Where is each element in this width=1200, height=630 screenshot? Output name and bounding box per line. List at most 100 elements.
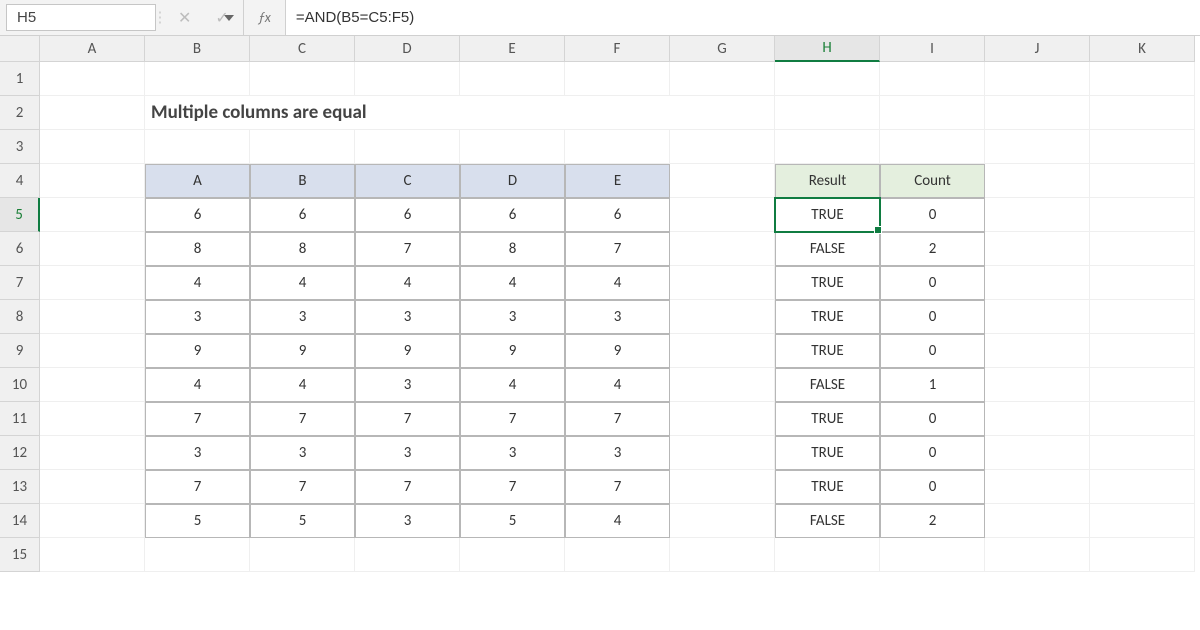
cell-G1[interactable]: [670, 62, 775, 96]
col-header-K[interactable]: K: [1090, 36, 1195, 62]
cell-D9[interactable]: 9: [355, 334, 460, 368]
cell-B13[interactable]: 7: [145, 470, 250, 504]
cell-G6[interactable]: [670, 232, 775, 266]
col-header-J[interactable]: J: [985, 36, 1090, 62]
cell-G15[interactable]: [670, 538, 775, 572]
cell-H5[interactable]: TRUE: [775, 198, 880, 232]
cell-B11[interactable]: 7: [145, 402, 250, 436]
cell-K9[interactable]: [1090, 334, 1195, 368]
cell-K6[interactable]: [1090, 232, 1195, 266]
cell-H2[interactable]: [775, 96, 880, 130]
cell-F15[interactable]: [565, 538, 670, 572]
cell-I2[interactable]: [880, 96, 985, 130]
cell-G3[interactable]: [670, 130, 775, 164]
cell-H11[interactable]: TRUE: [775, 402, 880, 436]
cell-I9[interactable]: 0: [880, 334, 985, 368]
cell-C14[interactable]: 5: [250, 504, 355, 538]
cell-H13[interactable]: TRUE: [775, 470, 880, 504]
cell-C13[interactable]: 7: [250, 470, 355, 504]
cell-J10[interactable]: [985, 368, 1090, 402]
cell-E14[interactable]: 5: [460, 504, 565, 538]
row-header-7[interactable]: 7: [0, 266, 40, 300]
cell-G2[interactable]: [670, 96, 775, 130]
cell-B10[interactable]: 4: [145, 368, 250, 402]
row-header-11[interactable]: 11: [0, 402, 40, 436]
cell-C4[interactable]: B: [250, 164, 355, 198]
cell-I8[interactable]: 0: [880, 300, 985, 334]
cell-B5[interactable]: 6: [145, 198, 250, 232]
cell-J7[interactable]: [985, 266, 1090, 300]
cell-F3[interactable]: [565, 130, 670, 164]
cell-J5[interactable]: [985, 198, 1090, 232]
cell-A6[interactable]: [40, 232, 145, 266]
col-header-H[interactable]: H: [775, 36, 880, 62]
cell-A15[interactable]: [40, 538, 145, 572]
cell-J6[interactable]: [985, 232, 1090, 266]
row-header-1[interactable]: 1: [0, 62, 40, 96]
cell-I12[interactable]: 0: [880, 436, 985, 470]
cell-J9[interactable]: [985, 334, 1090, 368]
cell-C15[interactable]: [250, 538, 355, 572]
cell-D14[interactable]: 3: [355, 504, 460, 538]
cell-A9[interactable]: [40, 334, 145, 368]
cell-K13[interactable]: [1090, 470, 1195, 504]
cell-F7[interactable]: 4: [565, 266, 670, 300]
cell-K3[interactable]: [1090, 130, 1195, 164]
cell-F6[interactable]: 7: [565, 232, 670, 266]
col-header-F[interactable]: F: [565, 36, 670, 62]
cell-B9[interactable]: 9: [145, 334, 250, 368]
cell-I6[interactable]: 2: [880, 232, 985, 266]
enter-icon[interactable]: ✓: [215, 8, 228, 28]
cell-F10[interactable]: 4: [565, 368, 670, 402]
row-header-6[interactable]: 6: [0, 232, 40, 266]
cell-D15[interactable]: [355, 538, 460, 572]
cell-H3[interactable]: [775, 130, 880, 164]
cell-F4[interactable]: E: [565, 164, 670, 198]
row-header-9[interactable]: 9: [0, 334, 40, 368]
cell-I7[interactable]: 0: [880, 266, 985, 300]
row-header-10[interactable]: 10: [0, 368, 40, 402]
cell-C10[interactable]: 4: [250, 368, 355, 402]
cell-G5[interactable]: [670, 198, 775, 232]
cell-D3[interactable]: [355, 130, 460, 164]
cell-H7[interactable]: TRUE: [775, 266, 880, 300]
cell-K1[interactable]: [1090, 62, 1195, 96]
cell-B8[interactable]: 3: [145, 300, 250, 334]
cell-B15[interactable]: [145, 538, 250, 572]
cell-C12[interactable]: 3: [250, 436, 355, 470]
cell-G13[interactable]: [670, 470, 775, 504]
cancel-icon[interactable]: ✕: [178, 8, 191, 28]
col-header-B[interactable]: B: [145, 36, 250, 62]
cell-I5[interactable]: 0: [880, 198, 985, 232]
cell-I10[interactable]: 1: [880, 368, 985, 402]
cell-D6[interactable]: 7: [355, 232, 460, 266]
cell-E1[interactable]: [460, 62, 565, 96]
cell-C11[interactable]: 7: [250, 402, 355, 436]
formula-input[interactable]: [285, 0, 1200, 35]
row-header-2[interactable]: 2: [0, 96, 40, 130]
cell-B3[interactable]: [145, 130, 250, 164]
cell-D4[interactable]: C: [355, 164, 460, 198]
cell-H6[interactable]: FALSE: [775, 232, 880, 266]
cell-K11[interactable]: [1090, 402, 1195, 436]
cell-D1[interactable]: [355, 62, 460, 96]
row-header-14[interactable]: 14: [0, 504, 40, 538]
cell-J13[interactable]: [985, 470, 1090, 504]
title-cell[interactable]: Multiple columns are equal: [145, 96, 670, 130]
cell-F12[interactable]: 3: [565, 436, 670, 470]
cell-B7[interactable]: 4: [145, 266, 250, 300]
cell-K14[interactable]: [1090, 504, 1195, 538]
cell-J2[interactable]: [985, 96, 1090, 130]
cell-D8[interactable]: 3: [355, 300, 460, 334]
cell-A2[interactable]: [40, 96, 145, 130]
cell-F8[interactable]: 3: [565, 300, 670, 334]
row-header-13[interactable]: 13: [0, 470, 40, 504]
cell-J11[interactable]: [985, 402, 1090, 436]
row-header-12[interactable]: 12: [0, 436, 40, 470]
cell-G8[interactable]: [670, 300, 775, 334]
cell-F13[interactable]: 7: [565, 470, 670, 504]
cell-G10[interactable]: [670, 368, 775, 402]
cell-F11[interactable]: 7: [565, 402, 670, 436]
cell-B4[interactable]: A: [145, 164, 250, 198]
cell-A8[interactable]: [40, 300, 145, 334]
